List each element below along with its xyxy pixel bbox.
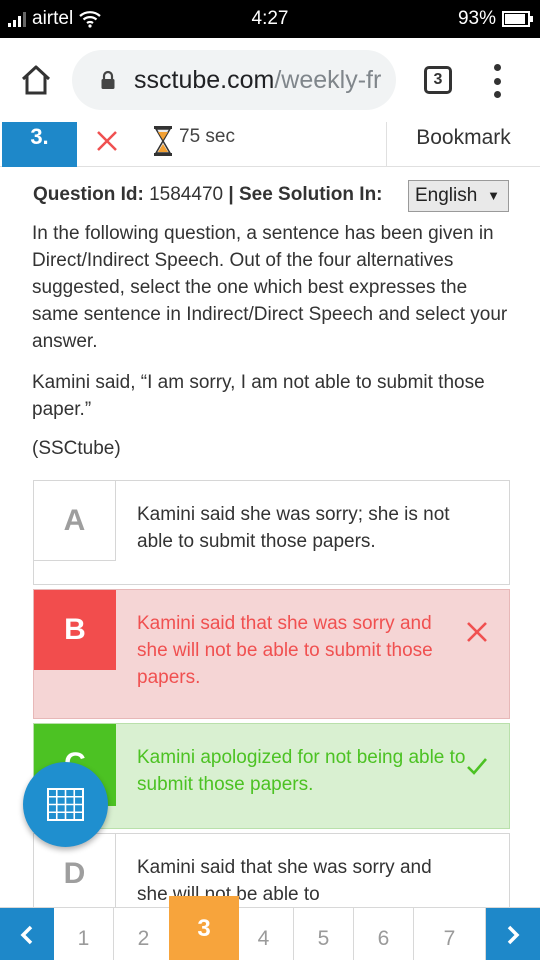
browser-toolbar: ssctube.com/weekly-fr 3 <box>0 38 540 122</box>
more-menu-icon[interactable] <box>490 64 504 98</box>
option-text: Kamini said she was sorry; she is not ab… <box>137 504 450 552</box>
timer-text: 75 sec <box>179 126 235 147</box>
tab-switcher-button[interactable]: 3 <box>424 66 452 94</box>
question-text: In the following question, a sentence ha… <box>32 223 508 352</box>
language-value: English <box>415 185 478 206</box>
page-4[interactable]: 4 <box>234 908 294 960</box>
page-1[interactable]: 1 <box>54 908 114 960</box>
grid-icon <box>47 788 84 821</box>
hourglass-icon <box>154 126 172 156</box>
option-a[interactable]: A Kamini said she was sorry; she is not … <box>33 480 510 585</box>
question-meta: Question Id: 1584470 | See Solution In: <box>33 184 383 206</box>
page-7[interactable]: 7 <box>414 908 486 960</box>
status-right: 93% <box>457 8 533 30</box>
chevron-right-icon <box>507 925 520 945</box>
question-id-label: Question Id: <box>33 184 144 205</box>
app-root: airtel 4:27 93% ssctube.com/weekly-fr 3 … <box>0 0 540 960</box>
status-bar: airtel 4:27 93% <box>0 0 540 38</box>
wrong-status-icon <box>97 131 117 151</box>
bookmark-button[interactable]: Bookmark <box>386 122 540 167</box>
lock-icon <box>101 70 115 89</box>
battery-percent: 93% <box>457 8 496 29</box>
question-number: 3. <box>2 122 77 167</box>
battery-icon <box>502 11 533 27</box>
option-letter: D <box>34 834 116 914</box>
question-sentence: Kamini said, “I am sorry, I am not able … <box>32 372 485 420</box>
solution-language-label: | See Solution In: <box>228 184 383 205</box>
page-5[interactable]: 5 <box>294 908 354 960</box>
page-3-current[interactable]: 3 <box>169 896 239 960</box>
language-select[interactable]: English ▼ <box>408 180 509 212</box>
option-letter: A <box>34 481 116 561</box>
question-header: 3. 75 sec Bookmark <box>0 122 540 167</box>
question-grid-button[interactable] <box>23 762 108 847</box>
url-path: /weekly-fr <box>274 66 382 94</box>
chevron-left-icon <box>20 925 33 945</box>
page-6[interactable]: 6 <box>354 908 414 960</box>
home-icon[interactable] <box>18 62 54 98</box>
question-id-value: 1584470 <box>149 184 224 205</box>
question-pager: 1 2 3 4 5 6 7 <box>0 896 540 960</box>
option-text: Kamini apologized for not being able to … <box>137 747 466 795</box>
question-source: (SSCtube) <box>32 438 121 459</box>
page-2[interactable]: 2 <box>114 908 174 960</box>
url-domain: ssctube.com <box>134 66 275 94</box>
correct-answer-icon <box>467 758 487 775</box>
option-b[interactable]: B Kamini said that she was sorry and she… <box>33 589 510 719</box>
url-text: ssctube.com/weekly-fr <box>134 66 381 95</box>
option-text: Kamini said that she was sorry and she w… <box>137 613 433 688</box>
wrong-answer-icon <box>467 622 487 642</box>
dropdown-arrow-icon: ▼ <box>487 188 500 203</box>
previous-question-button[interactable] <box>0 908 54 960</box>
option-letter: B <box>34 590 116 670</box>
address-bar[interactable]: ssctube.com/weekly-fr <box>72 50 396 110</box>
next-question-button[interactable] <box>486 908 540 960</box>
